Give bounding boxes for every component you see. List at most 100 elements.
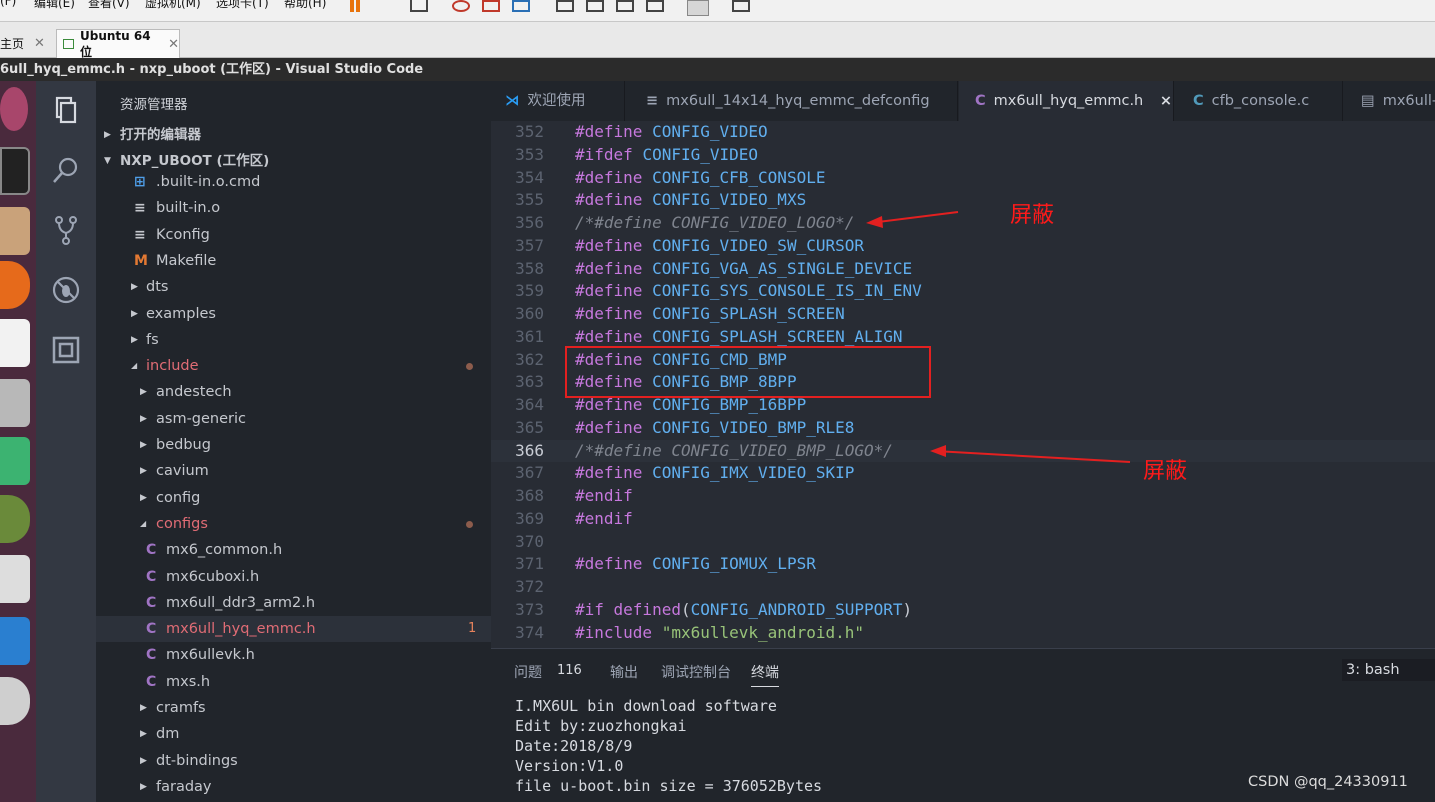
line-number: 361 bbox=[515, 326, 544, 346]
tab-mx6ull-hyq-emmc[interactable]: Cmx6ull_hyq_emmc.h × bbox=[959, 81, 1174, 121]
tab-welcome[interactable]: ⋊ 欢迎使用 bbox=[491, 81, 625, 121]
tree-folder[interactable]: ▶ asm-generic bbox=[96, 406, 491, 432]
tab-debug-console[interactable]: 调试控制台 bbox=[661, 662, 731, 682]
pause-icon-bar bbox=[356, 0, 360, 12]
menu-view[interactable]: 查看(V) bbox=[88, 0, 130, 11]
tab-mx6ull-dts[interactable]: ▤ mx6ull- bbox=[1344, 81, 1435, 121]
code-token: #define bbox=[575, 281, 643, 301]
code-line: 370 bbox=[491, 531, 1435, 554]
terminal-toggle-icon[interactable] bbox=[687, 0, 709, 16]
line-number: 372 bbox=[515, 577, 544, 596]
code-token: #define bbox=[575, 304, 643, 323]
snapshot-icon[interactable] bbox=[452, 0, 470, 12]
tree-folder[interactable]: ▶ cramfs bbox=[96, 695, 491, 721]
tree-folder[interactable]: ▶ fs bbox=[96, 327, 491, 353]
tree-file[interactable]: Cmx6ullevk.h bbox=[96, 642, 491, 668]
problem-badge: 1 bbox=[468, 621, 477, 637]
tree-folder[interactable]: ◢ include bbox=[96, 353, 491, 379]
code-text: #define CONFIG_IOMUX_LPSR bbox=[575, 553, 816, 576]
extensions-icon[interactable] bbox=[50, 334, 82, 366]
vm-icon bbox=[63, 39, 74, 49]
firefox-icon[interactable] bbox=[0, 261, 30, 309]
source-control-icon[interactable] bbox=[50, 214, 82, 246]
snapshot-manager-icon[interactable] bbox=[512, 0, 530, 12]
view-fullscreen-icon[interactable] bbox=[586, 0, 604, 12]
code-token: #define bbox=[575, 326, 643, 346]
amazon-icon[interactable] bbox=[0, 319, 30, 367]
software-updater-icon[interactable] bbox=[0, 495, 30, 543]
menu-tabs[interactable]: 选项卡(T) bbox=[216, 0, 269, 11]
close-icon[interactable]: ✕ bbox=[34, 36, 45, 51]
tree-item-label: Makefile bbox=[156, 252, 217, 269]
tab-output[interactable]: 输出 bbox=[610, 662, 638, 682]
menu-help[interactable]: 帮助(H) bbox=[284, 0, 326, 11]
line-number: 355 bbox=[515, 190, 544, 210]
view-stretch-icon[interactable] bbox=[646, 0, 664, 12]
tab-problems[interactable]: 问题 bbox=[514, 662, 542, 682]
text-editor-icon[interactable] bbox=[0, 555, 30, 603]
tab-terminal[interactable]: 终端 bbox=[751, 662, 779, 687]
line-number: 365 bbox=[515, 417, 544, 437]
open-editors-section[interactable]: ▶ 打开的编辑器 bbox=[96, 122, 491, 148]
highlight-box bbox=[565, 346, 931, 398]
chevron-right-icon: ▶ bbox=[140, 703, 147, 713]
tree-file[interactable]: Cmx6cuboxi.h bbox=[96, 564, 491, 590]
fullscreen-dropdown-icon[interactable] bbox=[732, 0, 750, 12]
code-text: #define CONFIG_SPLASH_SCREEN bbox=[575, 303, 845, 326]
code-token: CONFIG_SPLASH_SCREEN bbox=[652, 304, 845, 323]
tree-folder[interactable]: ▶ faraday bbox=[96, 774, 491, 800]
tree-folder[interactable]: ▶ dt-bindings bbox=[96, 748, 491, 774]
terminal-app-icon[interactable] bbox=[0, 147, 30, 195]
tab-cfb-console[interactable]: Ccfb_console.c bbox=[1175, 81, 1343, 121]
search-icon[interactable] bbox=[50, 154, 82, 186]
view-console-icon[interactable] bbox=[556, 0, 574, 12]
code-token: #define bbox=[575, 235, 643, 255]
ubuntu-dash-icon[interactable] bbox=[0, 87, 28, 131]
tree-file[interactable]: ≡ Kconfig bbox=[96, 222, 491, 248]
c-file-icon: C bbox=[146, 594, 157, 611]
tree-file[interactable]: Cmx6ull_ddr3_arm2.h bbox=[96, 590, 491, 616]
tree-folder[interactable]: ▶ cavium bbox=[96, 458, 491, 484]
menu-file[interactable]: (F) bbox=[0, 0, 16, 8]
tree-folder[interactable]: ▶ dm bbox=[96, 721, 491, 747]
tree-folder[interactable]: ▶ andestech bbox=[96, 379, 491, 405]
tree-item-label: mxs.h bbox=[166, 673, 211, 690]
tree-file[interactable]: Cmx6_common.h bbox=[96, 537, 491, 563]
dvd-icon[interactable] bbox=[0, 677, 30, 725]
code-line: 357 #define CONFIG_VIDEO_SW_CURSOR bbox=[491, 235, 1435, 258]
view-unity-icon[interactable] bbox=[616, 0, 634, 12]
pause-icon[interactable] bbox=[350, 0, 354, 12]
annotation-label: 屏蔽 bbox=[1143, 459, 1188, 484]
chevron-right-icon: ▶ bbox=[131, 308, 138, 319]
qt-creator-icon[interactable] bbox=[0, 437, 30, 485]
settings-tools-icon[interactable] bbox=[0, 379, 30, 427]
close-icon[interactable]: × bbox=[1160, 93, 1172, 109]
vm-menubar: (F) 编辑(E) 查看(V) 虚拟机(M) 选项卡(T) 帮助(H) bbox=[0, 0, 1435, 22]
terminal-shell-select[interactable]: 3: bash bbox=[1342, 659, 1435, 681]
tree-folder[interactable]: ▶ config bbox=[96, 485, 491, 511]
send-keys-icon[interactable] bbox=[410, 0, 428, 12]
tree-file[interactable]: Cmxs.h bbox=[96, 669, 491, 695]
vscode-launcher-icon[interactable] bbox=[0, 617, 30, 665]
vm-tab-home[interactable]: 主页 ✕ bbox=[0, 29, 52, 58]
files-app-icon[interactable] bbox=[0, 207, 30, 255]
explorer-icon[interactable] bbox=[50, 94, 82, 126]
menu-vm[interactable]: 虚拟机(M) bbox=[145, 0, 201, 11]
tree-folder[interactable]: ▶ bedbug bbox=[96, 432, 491, 458]
close-icon[interactable]: ✕ bbox=[168, 37, 179, 52]
vm-tab-ubuntu[interactable]: Ubuntu 64 位 ✕ bbox=[56, 29, 180, 59]
code-text: #define CONFIG_VIDEO bbox=[575, 121, 768, 144]
tree-folder[interactable]: ▶ dts bbox=[96, 274, 491, 300]
revert-snapshot-icon[interactable] bbox=[482, 0, 500, 12]
menu-edit[interactable]: 编辑(E) bbox=[34, 0, 75, 11]
code-line: 352 #define CONFIG_VIDEO bbox=[491, 121, 1435, 144]
tree-folder[interactable]: ▶ examples bbox=[96, 301, 491, 327]
debug-icon[interactable] bbox=[50, 274, 82, 306]
tree-file[interactable]: ≡ built-in.o bbox=[96, 195, 491, 221]
tree-folder[interactable]: ◢ configs bbox=[96, 511, 491, 537]
tree-file[interactable]: Cmx6ull_hyq_emmc.h 1 bbox=[96, 616, 491, 643]
code-token: #define bbox=[575, 190, 643, 210]
tree-file[interactable]: M Makefile bbox=[96, 248, 491, 274]
tab-defconfig[interactable]: ≡ mx6ull_14x14_hyq_emmc_defconfig bbox=[626, 81, 958, 121]
tree-file[interactable]: ⊞ .built-in.o.cmd bbox=[96, 169, 491, 195]
